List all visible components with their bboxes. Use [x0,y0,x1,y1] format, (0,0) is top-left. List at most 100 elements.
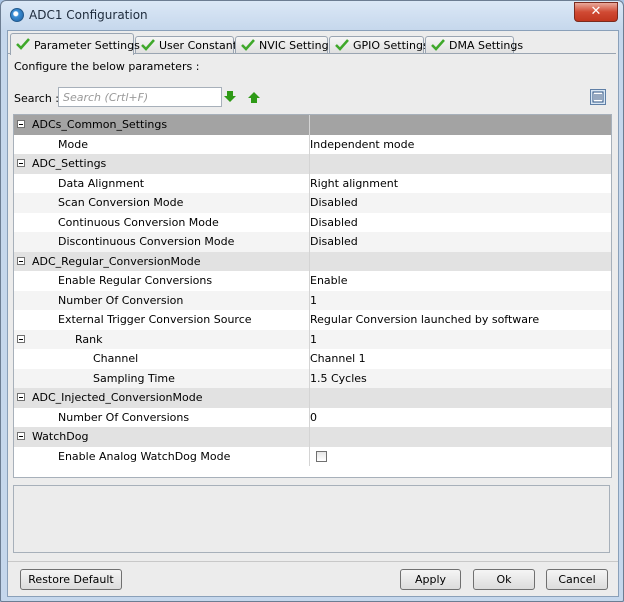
check-icon [141,39,155,51]
configuration-window: ADC1 Configuration ✕ Parameter Settings … [0,0,624,602]
instructions-text: Configure the below parameters : [14,60,200,73]
row-value [310,252,610,272]
table-row[interactable]: Discontinuous Conversion Mode Disabled [14,232,611,252]
row-value[interactable]: Disabled [310,213,610,233]
collapse-icon[interactable] [17,159,25,167]
title-bar[interactable]: ADC1 Configuration ✕ [1,1,623,30]
description-panel [13,485,610,553]
row-label: ADCs_Common_Settings [32,118,168,131]
row-value[interactable]: 1 [310,330,610,350]
table-row[interactable]: Mode Independent mode [14,134,611,155]
row-name-cell: ADC_Settings [14,154,309,174]
row-value[interactable]: Independent mode [310,135,610,155]
row-label: Scan Conversion Mode [58,196,184,209]
table-row[interactable]: External Trigger Conversion Source Regul… [14,310,611,330]
table-row[interactable]: Enable Regular Conversions Enable [14,271,611,291]
row-label: Enable Analog WatchDog Mode [58,449,231,463]
row-label: Number Of Conversions [58,410,190,424]
row-name-cell: Sampling Time [14,369,309,389]
table-row[interactable]: ADC_Injected_ConversionMode [14,388,611,408]
collapse-icon[interactable] [17,334,25,343]
table-row[interactable]: Scan Conversion Mode Disabled [14,193,611,213]
row-name-cell: Enable Analog WatchDog Mode [14,447,309,467]
tab-parameter-settings[interactable]: Parameter Settings [10,33,140,55]
list-view-button[interactable] [590,89,606,105]
table-row[interactable]: Rank 1 [14,329,611,350]
tab-user-constants[interactable]: User Constants [135,36,243,54]
table-row[interactable]: Channel Channel 1 [14,349,611,369]
table-row[interactable]: Sampling Time 1.5 Cycles [14,368,611,389]
row-value[interactable]: Right alignment [310,174,610,194]
table-row[interactable]: ADCs_Common_Settings [14,115,611,135]
collapse-icon[interactable] [17,120,25,128]
tab-dma-settings[interactable]: DMA Settings [425,36,523,54]
row-value[interactable]: 1.5 Cycles [310,369,610,389]
app-icon [10,8,24,22]
row-name-cell: Discontinuous Conversion Mode [14,232,309,252]
arrow-down-icon[interactable] [223,91,237,103]
row-name-cell: Enable Regular Conversions [14,271,309,291]
table-row[interactable]: Continuous Conversion Mode Disabled [14,212,611,233]
apply-button[interactable]: Apply [400,569,461,590]
row-name-cell: Number Of Conversions [14,408,309,428]
table-row[interactable]: Number Of Conversions 0 [14,407,611,428]
table-row[interactable]: ADC_Settings [14,154,611,174]
check-icon [241,39,255,51]
row-value[interactable]: 0 [310,408,610,428]
tab-gpio-settings[interactable]: GPIO Settings [329,36,429,54]
row-label: Discontinuous Conversion Mode [58,235,235,248]
row-label: External Trigger Conversion Source [58,313,252,326]
close-button[interactable]: ✕ [574,2,618,22]
list-icon [592,91,604,103]
row-label: Data Alignment [58,176,145,190]
row-name-cell: Mode [14,135,309,155]
row-label: ADC_Regular_ConversionMode [32,254,201,268]
tab-label: User Constants [159,39,243,52]
row-label: Channel [93,352,139,365]
row-name-cell: External Trigger Conversion Source [14,310,309,330]
table-row[interactable]: WatchDog [14,427,611,447]
collapse-icon[interactable] [17,256,25,265]
watchdog-checkbox[interactable] [316,450,327,462]
tab-label: DMA Settings [449,39,524,52]
collapse-icon[interactable] [17,393,25,401]
row-value-cell [310,447,610,467]
parameter-table: ADCs_Common_Settings Mode Independent mo… [13,114,612,478]
tab-label: Parameter Settings [34,39,140,52]
ok-button[interactable]: Ok [473,569,535,590]
arrow-up-icon[interactable] [247,91,261,103]
row-value[interactable]: Enable [310,271,610,291]
separator [8,561,618,562]
row-label: Continuous Conversion Mode [58,215,219,229]
window-title: ADC1 Configuration [29,8,148,22]
tab-label: GPIO Settings [353,39,429,52]
row-value[interactable]: 1 [310,291,610,311]
table-row[interactable]: Number Of Conversion 1 [14,290,611,311]
row-value [310,388,610,408]
row-value[interactable]: Regular Conversion launched by software [310,310,610,330]
cancel-button[interactable]: Cancel [546,569,608,590]
row-label: Rank [75,332,103,346]
row-value[interactable]: Disabled [310,193,610,213]
table-row[interactable]: Data Alignment Right alignment [14,173,611,194]
search-input[interactable] [58,87,222,107]
row-value[interactable]: Channel 1 [310,349,610,369]
table-row[interactable]: ADC_Regular_ConversionMode [14,251,611,272]
row-label: Number Of Conversion [58,293,184,307]
tab-nvic-settings[interactable]: NVIC Settings [235,36,334,54]
table-row[interactable]: Enable Analog WatchDog Mode [14,446,611,467]
check-icon [335,39,349,51]
row-name-cell: Scan Conversion Mode [14,193,309,213]
search-label: Search : [14,92,59,105]
row-name-cell: Number Of Conversion [14,291,309,311]
collapse-icon[interactable] [17,432,25,440]
dialog-body: Parameter Settings User Constants NVIC S… [7,30,619,597]
check-icon [431,39,445,51]
row-name-cell: ADC_Injected_ConversionMode [14,388,309,408]
row-value[interactable]: Disabled [310,232,610,252]
row-name-cell: Rank [14,330,309,350]
row-name-cell: ADCs_Common_Settings [14,115,309,135]
check-icon [16,38,30,50]
row-value [310,115,610,135]
restore-default-button[interactable]: Restore Default [20,569,122,590]
